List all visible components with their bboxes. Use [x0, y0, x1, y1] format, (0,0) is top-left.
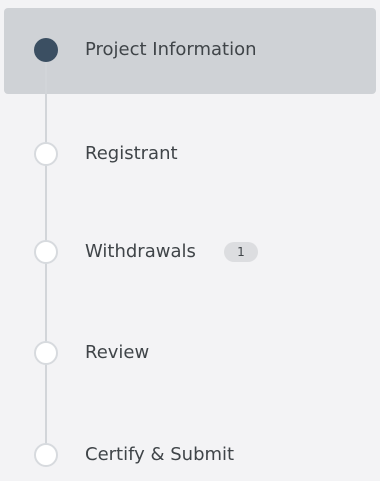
- panel-edge: [380, 0, 390, 481]
- step-label-certify-submit: Certify & Submit: [85, 444, 235, 465]
- stepper-nav: Project Information Registrant Withdrawa…: [0, 0, 380, 481]
- step-current-indicator-icon: [34, 38, 58, 62]
- step-pending-indicator-icon: [34, 142, 58, 166]
- step-label-project-information: Project Information: [85, 39, 257, 60]
- step-label-registrant: Registrant: [85, 143, 178, 164]
- withdrawals-count-badge: 1: [224, 242, 258, 262]
- step-pending-indicator-icon: [34, 443, 58, 467]
- step-pending-indicator-icon: [34, 240, 58, 264]
- step-label-review: Review: [85, 342, 150, 363]
- step-label-withdrawals: Withdrawals: [85, 241, 196, 262]
- step-pending-indicator-icon: [34, 341, 58, 365]
- step-review[interactable]: [4, 310, 376, 396]
- step-registrant[interactable]: [4, 110, 376, 196]
